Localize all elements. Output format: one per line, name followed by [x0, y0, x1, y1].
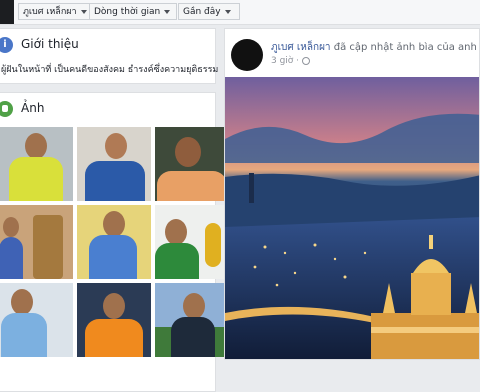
cover-photo-post: ภูเบศ เหล็กผา đã cập nhật ảnh bìa của an… — [224, 28, 480, 360]
post-header: ภูเบศ เหล็กผา đã cập nhật ảnh bìa của an… — [271, 40, 480, 55]
profile-filter-label: ภูเบศ เหล็กผา — [23, 7, 77, 17]
photo-thumbnail[interactable] — [155, 283, 229, 357]
globe-icon — [302, 56, 311, 65]
intro-title: Giới thiệu — [21, 37, 79, 51]
left-column: i Giới thiệu ผู้ฝันในหน้าที่ เป็นคนดีของ… — [0, 28, 229, 392]
chevron-down-icon — [164, 9, 171, 14]
post-author-link[interactable]: ภูเบศ เหล็กผา — [271, 42, 331, 53]
photo-thumbnail[interactable] — [0, 127, 73, 201]
intro-card: i Giới thiệu ผู้ฝันในหน้าที่ เป็นคนดีของ… — [0, 28, 219, 84]
photo-thumbnail[interactable] — [77, 127, 151, 201]
photo-thumbnail[interactable] — [0, 205, 73, 279]
filter-bar: ภูเบศ เหล็กผา Dòng thời gian Gần đây — [0, 0, 480, 25]
photo-thumbnail[interactable] — [77, 205, 151, 279]
photo-thumbnail[interactable] — [155, 127, 229, 201]
radio-tower — [249, 173, 254, 203]
post-time-text: 3 giờ · — [271, 56, 300, 66]
timeline-filter-label: Dòng thời gian — [94, 7, 161, 17]
globe-icon: i — [0, 37, 13, 53]
photo-thumbnail[interactable] — [155, 205, 229, 279]
post-action-text: đã cập nhật ảnh bìa của anh ấy. — [333, 42, 480, 53]
recent-filter-label: Gần đây — [183, 7, 221, 17]
recent-filter-dropdown[interactable]: Gần đây — [178, 3, 240, 20]
chevron-down-icon — [224, 9, 231, 14]
photo-thumbnail[interactable] — [77, 283, 151, 357]
post-timestamp[interactable]: 3 giờ · — [271, 56, 311, 66]
avatar[interactable] — [231, 39, 263, 71]
photos-card: Ảnh — [0, 92, 229, 392]
chevron-down-icon — [80, 9, 87, 14]
photo-thumbnail[interactable] — [0, 283, 73, 357]
photos-title[interactable]: Ảnh — [21, 101, 44, 115]
profile-picture-edge — [0, 0, 14, 24]
photo-icon — [0, 101, 13, 117]
cover-photo[interactable] — [225, 77, 480, 360]
intro-bio: ผู้ฝันในหน้าที่ เป็นคนดีของสังคม ธำรงค์ซ… — [1, 65, 219, 75]
timeline-filter-dropdown[interactable]: Dòng thời gian — [89, 3, 177, 20]
